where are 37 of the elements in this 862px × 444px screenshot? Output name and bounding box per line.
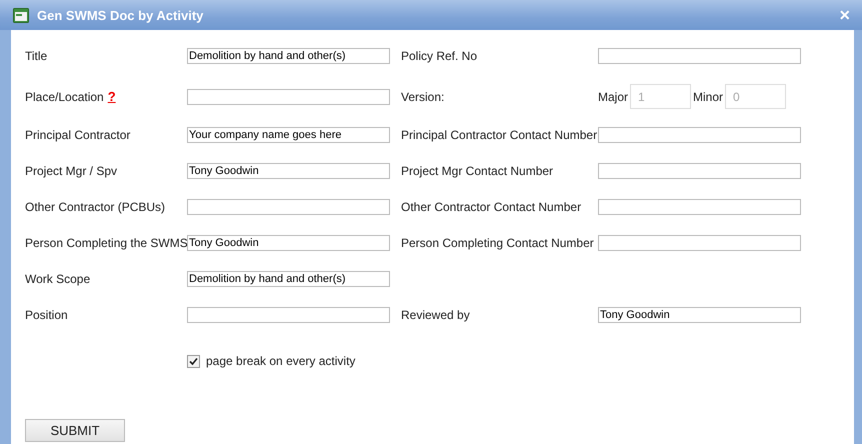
text-field[interactable] bbox=[598, 163, 801, 179]
text-field[interactable] bbox=[187, 88, 390, 104]
field-label: Place/Location bbox=[25, 90, 104, 104]
text-field[interactable]: Your company name goes here bbox=[187, 127, 390, 143]
text-field[interactable]: Tony Goodwin bbox=[598, 307, 801, 323]
text-field[interactable]: Tony Goodwin bbox=[187, 235, 390, 251]
field-label: Position bbox=[25, 308, 68, 322]
text-field[interactable] bbox=[598, 127, 801, 143]
field-label: Work Scope bbox=[25, 272, 90, 286]
field-label: Other Contractor (PCBUs) bbox=[25, 200, 166, 214]
major-label: Major bbox=[598, 90, 628, 104]
text-field[interactable] bbox=[598, 199, 801, 215]
field-label: Policy Ref. No bbox=[401, 48, 478, 62]
field-label: Version: bbox=[401, 90, 446, 104]
text-field[interactable] bbox=[187, 307, 390, 323]
minor-label: Minor bbox=[693, 90, 724, 104]
submit-button[interactable]: SUBMIT bbox=[25, 419, 125, 442]
help-link[interactable]: ? bbox=[108, 89, 116, 104]
field-label: Project Mgr / Spv bbox=[25, 164, 118, 178]
text-field[interactable]: Demolition by hand and other(s) bbox=[187, 48, 390, 64]
field-label: Person Completing the SWMS bbox=[25, 236, 188, 250]
window-icon bbox=[13, 8, 29, 22]
checkbox-label: page break on every activity bbox=[206, 354, 356, 368]
field-label: Project Mgr Contact Number bbox=[401, 164, 554, 178]
field-label: Title bbox=[25, 48, 48, 62]
field-label: Principal Contractor Contact Number bbox=[401, 128, 598, 142]
text-field[interactable]: Demolition by hand and other(s) bbox=[187, 271, 390, 287]
field-label: Other Contractor Contact Number bbox=[401, 200, 582, 214]
checkbox[interactable] bbox=[187, 354, 200, 368]
text-field[interactable] bbox=[598, 48, 801, 64]
field-label: Person Completing Contact Number bbox=[401, 236, 595, 250]
field-label: Reviewed by bbox=[401, 308, 471, 322]
field-label: Principal Contractor bbox=[25, 128, 130, 142]
window-title: Gen SWMS Doc by Activity bbox=[37, 8, 204, 22]
text-field[interactable]: Tony Goodwin bbox=[187, 163, 390, 179]
text-field[interactable] bbox=[598, 235, 801, 251]
text-field[interactable] bbox=[187, 199, 390, 215]
